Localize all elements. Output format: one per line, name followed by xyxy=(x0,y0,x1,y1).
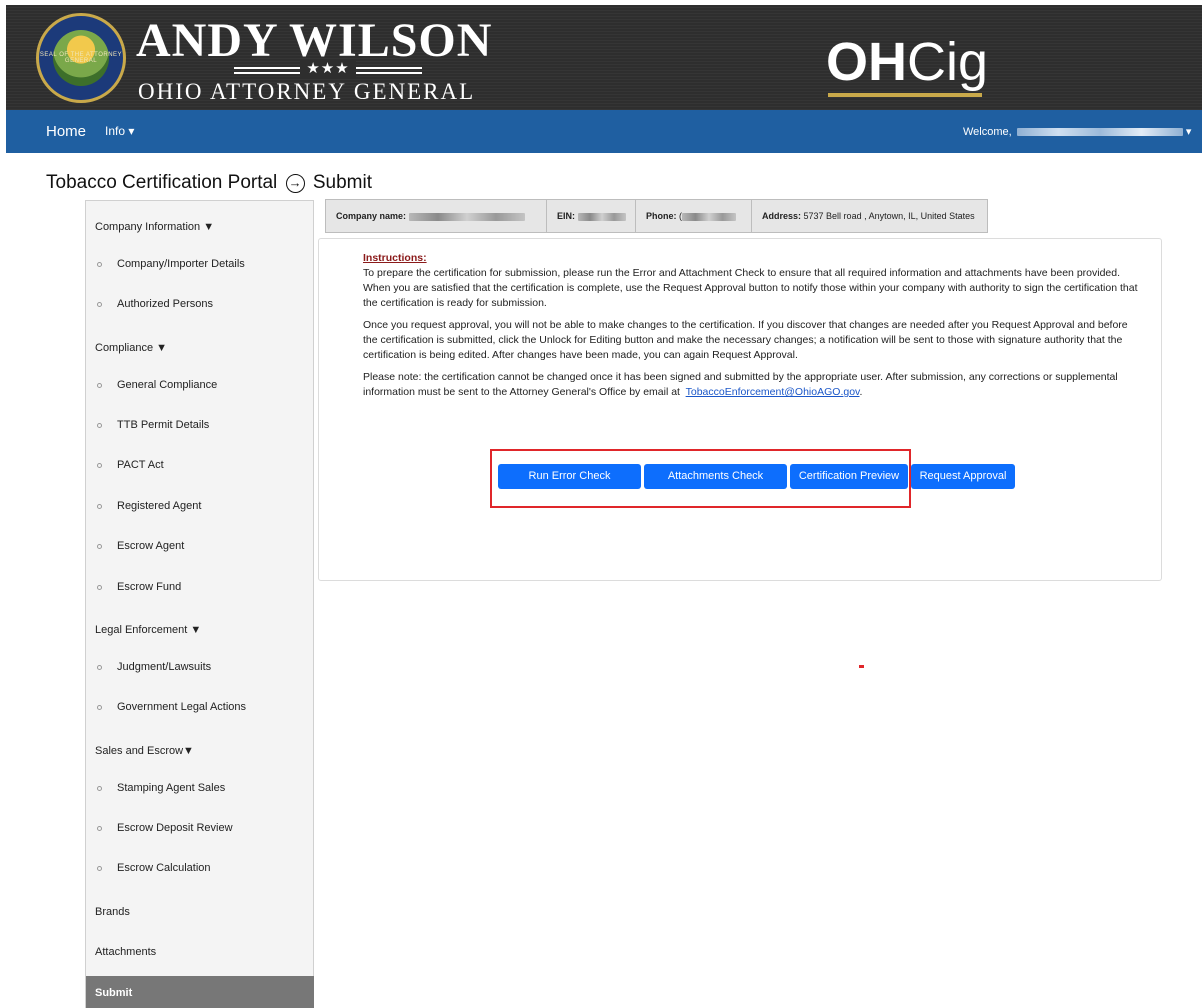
instructions-heading: Instructions: xyxy=(363,252,427,264)
sidebar-item-label: TTB Permit Details xyxy=(117,419,210,431)
sidebar-item-ttb-permit-details[interactable]: TTB Permit Details xyxy=(86,419,314,431)
run-error-check-button[interactable]: Run Error Check xyxy=(498,464,641,489)
bullet-icon xyxy=(97,866,102,871)
sidebar-item-pact-act[interactable]: PACT Act xyxy=(86,459,314,471)
nav-home-link[interactable]: Home xyxy=(46,123,86,140)
sidebar-section-sales-and-escrow[interactable]: Sales and Escrow▼ xyxy=(86,745,314,757)
sidebar-item-government-legal-actions[interactable]: Government Legal Actions xyxy=(86,701,314,713)
sidebar-item-label: Escrow Deposit Review xyxy=(117,822,233,834)
bullet-icon xyxy=(97,463,102,468)
bullet-icon xyxy=(97,262,102,267)
bullet-icon xyxy=(97,504,102,509)
company-name-cell: Company name: xyxy=(326,200,547,232)
ein-cell: EIN: xyxy=(547,200,636,232)
sidebar-item-label: Judgment/Lawsuits xyxy=(117,661,212,673)
certification-preview-button[interactable]: Certification Preview xyxy=(790,464,908,489)
chevron-down-icon: ▾ xyxy=(1185,126,1192,138)
phone-label: Phone: xyxy=(646,211,677,221)
instructions-paragraph-2: Once you request approval, you will not … xyxy=(363,319,1128,361)
header-banner: SEAL OF THE ATTORNEY GENERAL ANDY WILSON… xyxy=(6,5,1202,110)
nav-info-dropdown[interactable]: Info ▾ xyxy=(105,124,134,138)
sidebar-item-escrow-calculation[interactable]: Escrow Calculation xyxy=(86,862,314,874)
ohcig-logo-cig: Cig xyxy=(907,32,989,92)
redacted-username xyxy=(1016,128,1183,137)
sidebar-section-compliance[interactable]: Compliance ▼ xyxy=(86,342,314,354)
bullet-icon xyxy=(97,826,102,831)
sidebar-item-escrow-fund[interactable]: Escrow Fund xyxy=(86,581,314,593)
bullet-icon xyxy=(97,786,102,791)
sidebar-item-label: Company/Importer Details xyxy=(117,258,245,270)
phone-cell: Phone: ( xyxy=(636,200,752,232)
submit-panel: Instructions: To prepare the certificati… xyxy=(318,238,1162,581)
bullet-icon xyxy=(97,383,102,388)
redacted-company-name xyxy=(408,212,525,221)
sidebar-item-label: PACT Act xyxy=(117,459,164,471)
ein-label: EIN: xyxy=(557,211,575,221)
sidebar-item-escrow-agent[interactable]: Escrow Agent xyxy=(86,540,314,552)
sidebar-item-judgment-lawsuits[interactable]: Judgment/Lawsuits xyxy=(86,661,314,673)
seal-text: SEAL OF THE ATTORNEY GENERAL xyxy=(39,52,123,64)
nav-user-menu[interactable]: Welcome, ▾ xyxy=(963,125,1191,138)
bullet-icon xyxy=(97,544,102,549)
page-title: Tobacco Certification Portal → Submit xyxy=(46,172,372,194)
instructions-note-end: . xyxy=(859,386,863,398)
email-link[interactable]: TobaccoEnforcement@OhioAGO.gov xyxy=(686,386,860,398)
address-cell: Address: 5737 Bell road , Anytown, IL, U… xyxy=(752,200,987,232)
sidebar-item-label: Registered Agent xyxy=(117,500,202,512)
ohcig-underline xyxy=(828,93,982,97)
sidebar-item-stamping-agent-sales[interactable]: Stamping Agent Sales xyxy=(86,782,314,794)
sidebar-item-attachments[interactable]: Attachments xyxy=(86,946,314,958)
sidebar-item-label: General Compliance xyxy=(117,379,218,391)
sidebar-section-legal-enforcement[interactable]: Legal Enforcement ▼ xyxy=(86,624,314,636)
page-title-portal: Tobacco Certification Portal xyxy=(46,172,278,193)
redacted-ein xyxy=(577,212,626,221)
sidebar-item-submit[interactable]: Submit xyxy=(86,976,314,1008)
sidebar-item-label: Stamping Agent Sales xyxy=(117,782,226,794)
sidebar-item-label: Government Legal Actions xyxy=(117,701,247,713)
ohcig-logo: OHCig xyxy=(826,35,988,89)
brand-name: ANDY WILSON xyxy=(136,14,493,67)
ohcig-logo-oh: OH xyxy=(826,32,907,92)
ohio-ag-seal-logo: SEAL OF THE ATTORNEY GENERAL xyxy=(36,13,126,103)
sidebar-item-authorized-persons[interactable]: Authorized Persons xyxy=(86,298,314,310)
request-approval-button[interactable]: Request Approval xyxy=(911,464,1015,489)
bullet-icon xyxy=(97,423,102,428)
brand-stars-icon: ★★★ xyxy=(300,59,356,77)
sidebar-item-label: Escrow Agent xyxy=(117,540,185,552)
sidebar-nav: Company Information ▼ Company/Importer D… xyxy=(85,200,314,1008)
company-info-bar: Company name: EIN: Phone: ( Address: 573… xyxy=(325,199,988,233)
main-navbar: Home Info ▾ Welcome, ▾ xyxy=(6,110,1202,153)
sidebar-section-company-information[interactable]: Company Information ▼ xyxy=(86,221,314,233)
address-value: 5737 Bell road , Anytown, IL, United Sta… xyxy=(803,211,975,221)
bullet-icon xyxy=(97,705,102,710)
sidebar-item-label: Escrow Calculation xyxy=(117,862,211,874)
instructions-paragraph-3: Please note: the certification cannot be… xyxy=(363,370,1143,400)
redacted-phone xyxy=(682,212,737,221)
brand-divider: ★★★ xyxy=(234,59,422,78)
address-label: Address: xyxy=(762,211,802,221)
bullet-icon xyxy=(97,302,102,307)
sidebar-item-company-importer-details[interactable]: Company/Importer Details xyxy=(86,258,314,270)
instructions-paragraph-1: To prepare the certification for submiss… xyxy=(363,267,1138,309)
annotation-mark xyxy=(859,665,864,668)
sidebar-item-label: Authorized Persons xyxy=(117,298,213,310)
sidebar-item-escrow-deposit-review[interactable]: Escrow Deposit Review xyxy=(86,822,314,834)
instructions-block: Instructions: To prepare the certificati… xyxy=(363,251,1143,407)
sidebar-item-registered-agent[interactable]: Registered Agent xyxy=(86,500,314,512)
sidebar-item-brands[interactable]: Brands xyxy=(86,906,314,918)
arrow-right-circle-icon: → xyxy=(285,174,305,193)
sidebar-item-label: Escrow Fund xyxy=(117,581,182,593)
company-name-label: Company name: xyxy=(336,211,407,221)
brand-subtitle: OHIO ATTORNEY GENERAL xyxy=(138,79,476,104)
bullet-icon xyxy=(97,665,102,670)
bullet-icon xyxy=(97,585,102,590)
welcome-label: Welcome, xyxy=(963,126,1012,138)
sidebar-item-general-compliance[interactable]: General Compliance xyxy=(86,379,314,391)
page-title-section: Submit xyxy=(312,172,372,193)
attachments-check-button[interactable]: Attachments Check xyxy=(644,464,787,489)
